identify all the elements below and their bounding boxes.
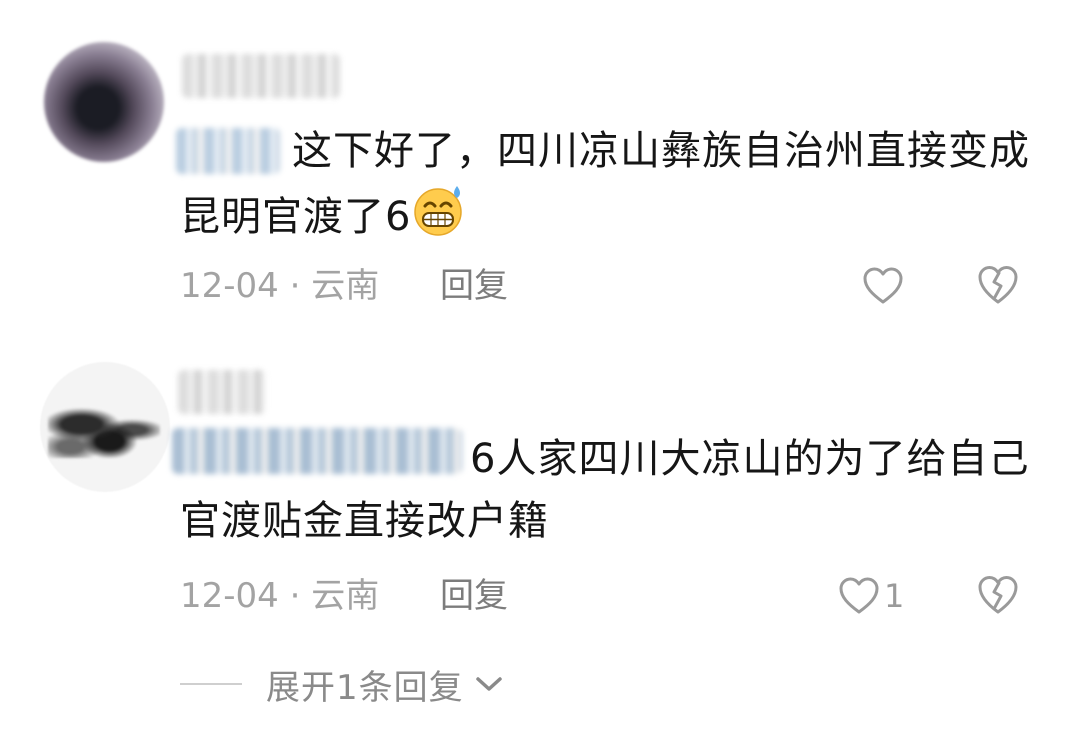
grinning-sweat-emoji-icon xyxy=(414,186,463,236)
divider-line xyxy=(180,683,242,685)
like-count: 1 xyxy=(884,577,905,615)
comment-list: 这下好了，四川凉山彝族自治州直接变成昆明官渡了6 12-04 · 云南 回复 6… xyxy=(0,0,1080,756)
reply-button[interactable]: 回复 xyxy=(440,266,508,306)
comment-meta: 12-04 · 云南 回复 xyxy=(180,266,508,306)
username-blurred[interactable] xyxy=(182,54,340,98)
like-button[interactable] xyxy=(862,266,908,306)
username-blurred[interactable] xyxy=(178,370,266,414)
expand-replies-label: 展开1条回复 xyxy=(266,667,464,708)
comment-date: 12-04 xyxy=(180,266,279,306)
comment-meta: 12-04 · 云南 回复 xyxy=(180,576,508,616)
comment-text-content: 这下好了，四川凉山彝族自治州直接变成昆明官渡了6 xyxy=(180,128,1030,240)
chevron-down-icon xyxy=(475,677,502,691)
comment-date: 12-04 xyxy=(180,576,279,616)
comment-item: 6人家四川大凉山的为了给自己官渡贴金直接改户籍 12-04 · 云南 回复 1 xyxy=(0,340,1080,640)
heart-outline-icon xyxy=(863,267,903,304)
heart-outline-icon xyxy=(839,577,879,614)
comment-item: 这下好了，四川凉山彝族自治州直接变成昆明官渡了6 12-04 · 云南 回复 xyxy=(0,0,1080,330)
comment-text: 6人家四川大凉山的为了给自己官渡贴金直接改户籍 xyxy=(180,436,1030,544)
reply-button[interactable]: 回复 xyxy=(440,576,508,616)
meta-separator: · xyxy=(289,266,301,306)
broken-heart-icon[interactable] xyxy=(976,264,1020,306)
like-button[interactable]: 1 xyxy=(838,576,904,616)
comment-text: 这下好了，四川凉山彝族自治州直接变成昆明官渡了6 xyxy=(180,120,1040,248)
user-avatar[interactable] xyxy=(44,42,164,162)
comment-location: 云南 xyxy=(311,576,380,616)
user-avatar[interactable] xyxy=(40,362,170,492)
meta-separator: · xyxy=(289,576,301,616)
broken-heart-icon[interactable] xyxy=(976,574,1020,616)
expand-replies-button[interactable]: 展开1条回复 xyxy=(180,662,504,708)
comment-location: 云南 xyxy=(311,266,380,306)
